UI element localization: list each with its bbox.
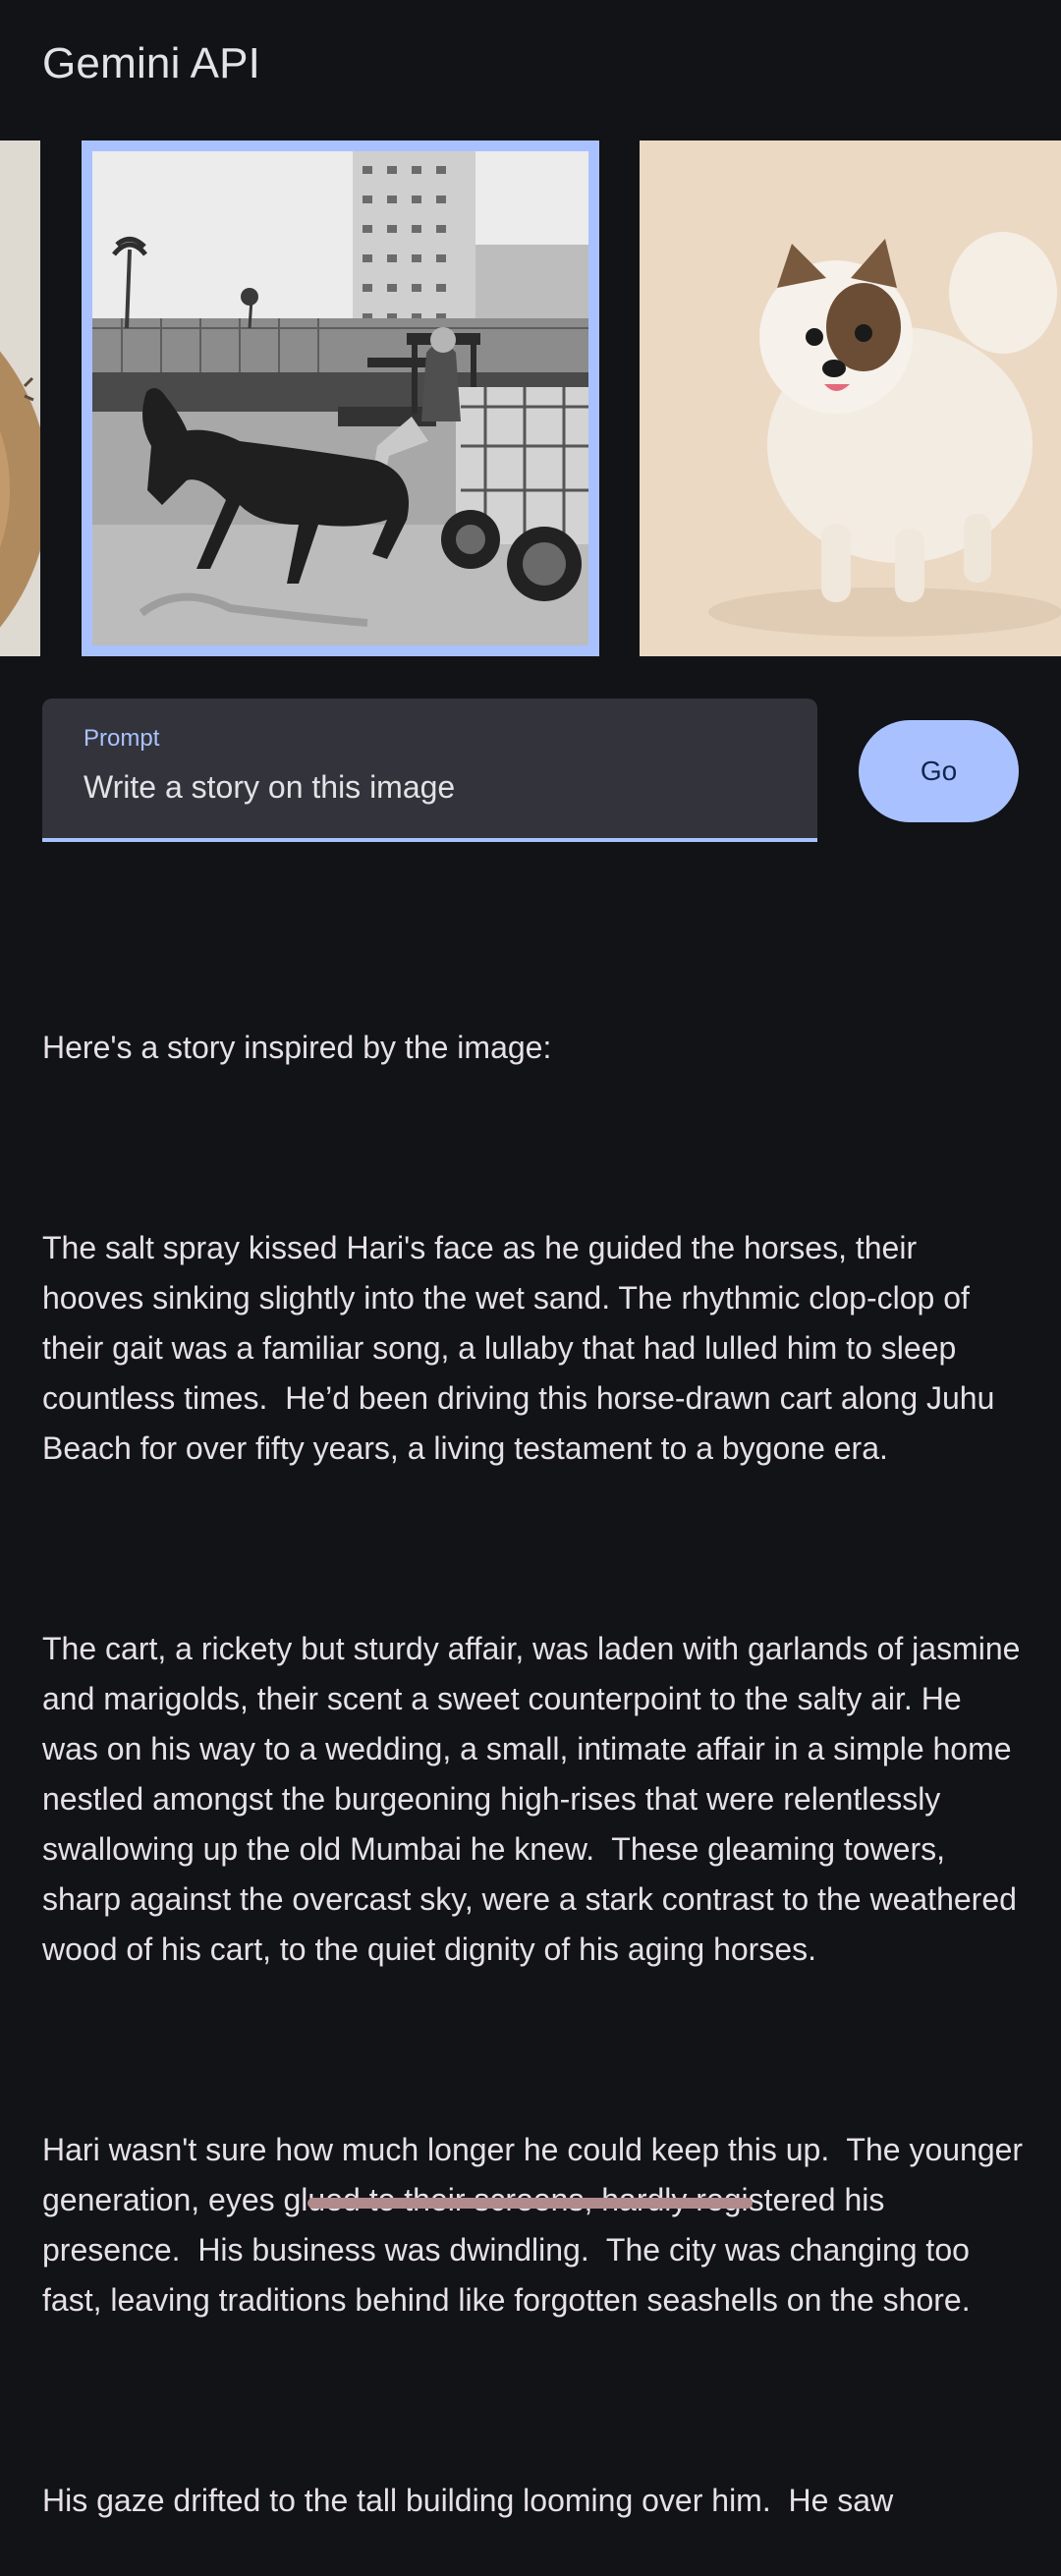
prompt-label: Prompt <box>84 725 160 752</box>
go-button[interactable]: Go <box>859 720 1019 822</box>
response-paragraph: Here's a story inspired by the image: <box>42 1030 552 1065</box>
response-paragraph: The salt spray kissed Hari's face as he … <box>42 1230 1004 1466</box>
response-text: Here's a story inspired by the image: Th… <box>42 923 1025 2576</box>
image-thumbnail-right[interactable] <box>640 140 1061 656</box>
home-indicator[interactable] <box>307 2198 753 2209</box>
image-thumbnail-left[interactable] <box>0 140 40 656</box>
image-carousel[interactable] <box>0 140 1061 656</box>
response-paragraph: The cart, a rickety but sturdy affair, w… <box>42 1631 1030 1967</box>
horse-cart-beach-photo <box>92 151 588 645</box>
image-thumbnail-selected[interactable] <box>82 140 599 656</box>
response-paragraph: His gaze drifted to the tall building lo… <box>42 2483 894 2518</box>
app-title: Gemini API <box>42 39 261 87</box>
partial-image-left-graphic <box>0 140 40 656</box>
response-paragraph: Hari wasn't sure how much longer he coul… <box>42 2132 1024 2318</box>
pomeranian-dog-photo <box>640 140 1061 656</box>
prompt-input[interactable] <box>84 769 771 806</box>
prompt-field[interactable]: Prompt <box>42 699 817 842</box>
